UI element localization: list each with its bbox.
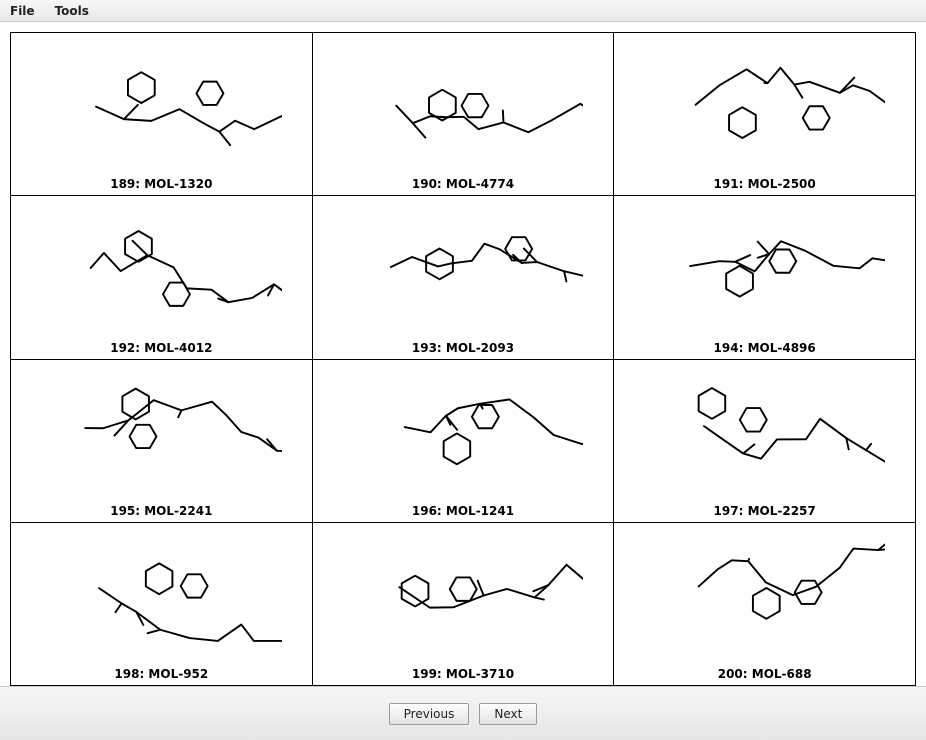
molecule-cell[interactable]: 197: MOL-2257 (614, 359, 916, 522)
molecule-label: 189: MOL-1320 (110, 177, 212, 191)
molecule-cell[interactable]: 196: MOL-1241 (312, 359, 614, 522)
footer-bar: Previous Next (0, 686, 926, 740)
menu-file[interactable]: File (6, 3, 39, 19)
molecule-label: 194: MOL-4896 (714, 341, 816, 355)
molecule-cell[interactable]: 193: MOL-2093 (312, 196, 614, 359)
molecule-structure-icon (313, 360, 614, 504)
molecule-label: 199: MOL-3710 (412, 667, 514, 681)
molecule-label: 192: MOL-4012 (110, 341, 212, 355)
molecule-label: 200: MOL-688 (718, 667, 812, 681)
molecule-cell[interactable]: 200: MOL-688 (614, 522, 916, 685)
molecule-cell[interactable]: 192: MOL-4012 (11, 196, 313, 359)
molecule-structure-icon (614, 360, 915, 504)
molecule-label: 190: MOL-4774 (412, 177, 514, 191)
molecule-structure-icon (11, 33, 312, 177)
molecule-cell[interactable]: 191: MOL-2500 (614, 33, 916, 196)
molecule-structure-icon (313, 196, 614, 340)
molecule-structure-icon (11, 196, 312, 340)
molecule-cell[interactable]: 195: MOL-2241 (11, 359, 313, 522)
molecule-structure-icon (614, 523, 915, 667)
next-button[interactable]: Next (479, 703, 537, 725)
molecule-label: 193: MOL-2093 (412, 341, 514, 355)
molecule-grid: 189: MOL-1320 190: MOL-4774 191: MOL-250… (10, 32, 916, 686)
molecule-structure-icon (11, 360, 312, 504)
molecule-cell[interactable]: 189: MOL-1320 (11, 33, 313, 196)
molecule-label: 191: MOL-2500 (714, 177, 816, 191)
molecule-cell[interactable]: 199: MOL-3710 (312, 522, 614, 685)
molecule-cell[interactable]: 194: MOL-4896 (614, 196, 916, 359)
menu-tools[interactable]: Tools (51, 3, 93, 19)
molecule-grid-container: 189: MOL-1320 190: MOL-4774 191: MOL-250… (0, 22, 926, 686)
molecule-structure-icon (313, 523, 614, 667)
previous-button[interactable]: Previous (389, 703, 470, 725)
molecule-structure-icon (614, 33, 915, 177)
molecule-label: 195: MOL-2241 (110, 504, 212, 518)
molecule-cell[interactable]: 198: MOL-952 (11, 522, 313, 685)
menubar: File Tools (0, 0, 926, 22)
molecule-label: 196: MOL-1241 (412, 504, 514, 518)
molecule-label: 198: MOL-952 (114, 667, 208, 681)
molecule-structure-icon (11, 523, 312, 667)
molecule-cell[interactable]: 190: MOL-4774 (312, 33, 614, 196)
molecule-structure-icon (614, 196, 915, 340)
molecule-structure-icon (313, 33, 614, 177)
molecule-label: 197: MOL-2257 (714, 504, 816, 518)
